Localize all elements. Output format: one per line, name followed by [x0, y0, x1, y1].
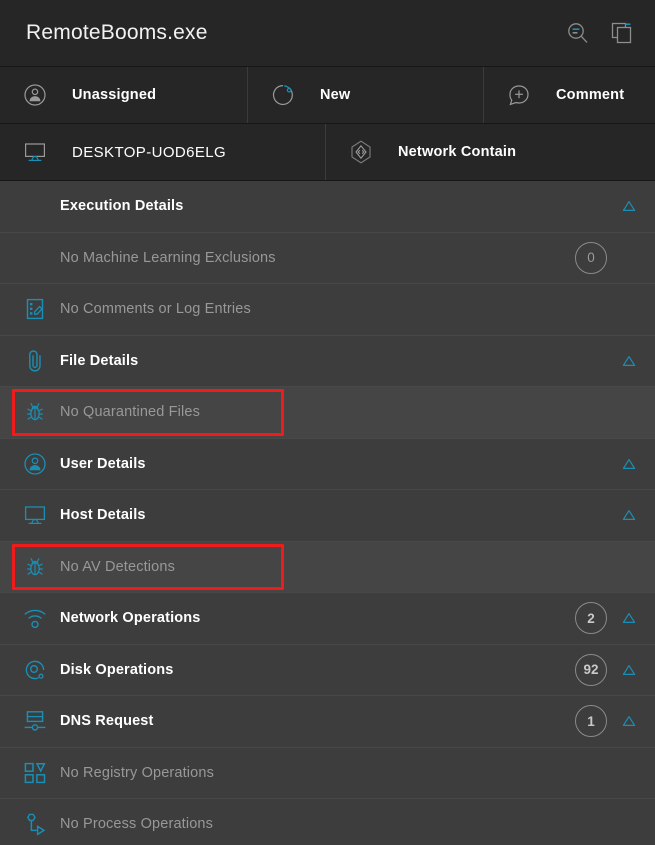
list-item-label: Execution Details [60, 198, 184, 215]
list-item-label: Network Operations [60, 610, 201, 627]
title-bar: RemoteBooms.exe [0, 0, 655, 67]
chevron-up-icon[interactable] [621, 353, 637, 369]
list-item-label: No Quarantined Files [60, 404, 201, 421]
list-item[interactable]: Network Operations 2 [0, 593, 655, 645]
chevron-up-icon[interactable] [621, 610, 637, 626]
dns-icon [22, 708, 48, 734]
list-item[interactable]: No Comments or Log Entries [0, 284, 655, 336]
list-item-label: No Process Operations [60, 816, 214, 833]
chevron-up-icon[interactable] [621, 713, 637, 729]
list-item[interactable]: DNS Request 1 [0, 696, 655, 748]
copy-icon[interactable] [607, 18, 637, 48]
list-item[interactable]: File Details [0, 336, 655, 387]
list-item-label: No AV Detections [60, 558, 175, 575]
meta-row-status: Unassigned New Comment [0, 67, 655, 124]
incident-detail-panel: RemoteBooms.exe Unassigned New Comment D… [0, 0, 655, 845]
chevron-up-icon[interactable] [621, 198, 637, 214]
comment-cell[interactable]: Comment [484, 67, 655, 123]
paperclip-icon [22, 348, 48, 374]
title-actions [563, 18, 637, 48]
status-label: New [320, 87, 351, 103]
status-new-icon [270, 82, 296, 108]
list-item[interactable]: No Machine Learning Exclusions 0 [0, 233, 655, 284]
comments-log-icon [22, 296, 48, 322]
list-item[interactable]: Execution Details [0, 181, 655, 233]
comment-label: Comment [556, 87, 625, 103]
list-item[interactable]: No Quarantined Files [0, 387, 655, 439]
assignee-label: Unassigned [72, 87, 157, 103]
list-item-label: User Details [60, 455, 146, 472]
chevron-up-icon[interactable] [621, 662, 637, 678]
process-icon [22, 811, 48, 837]
meta-row-host: DESKTOP-UOD6ELG Network Contain [0, 124, 655, 181]
monitor-icon [22, 139, 48, 165]
assignee-cell[interactable]: Unassigned [0, 67, 248, 123]
list-item-label: Disk Operations [60, 661, 174, 678]
count-badge: 1 [575, 705, 607, 738]
list-item-label: No Machine Learning Exclusions [60, 249, 276, 266]
count-badge: 2 [575, 602, 607, 635]
network-contain-icon [348, 139, 374, 165]
list-item[interactable]: Host Details [0, 490, 655, 542]
bug-icon [22, 399, 48, 425]
list-item-label: No Comments or Log Entries [60, 301, 251, 318]
user-circle-icon [22, 451, 48, 477]
list-item[interactable]: No Registry Operations [0, 748, 655, 799]
host-label: DESKTOP-UOD6ELG [72, 143, 227, 161]
search-filter-icon[interactable] [563, 18, 593, 48]
list-item-label: Host Details [60, 507, 146, 524]
chevron-up-icon[interactable] [621, 456, 637, 472]
list-item-label: DNS Request [60, 713, 154, 730]
bug-icon [22, 554, 48, 580]
monitor-icon [22, 502, 48, 528]
wifi-icon [22, 605, 48, 631]
registry-icon [22, 760, 48, 786]
details-list: Execution Details No Machine Learning Exc… [0, 181, 655, 845]
user-circle-icon [22, 82, 48, 108]
list-item[interactable]: No Process Operations [0, 799, 655, 845]
network-contain-cell[interactable]: Network Contain [326, 124, 655, 180]
list-item[interactable]: User Details [0, 439, 655, 490]
status-cell[interactable]: New [248, 67, 484, 123]
list-item[interactable]: No AV Detections [0, 541, 655, 593]
network-contain-label: Network Contain [398, 144, 517, 160]
count-badge: 92 [575, 653, 607, 686]
disk-icon [22, 657, 48, 683]
list-item-label: No Registry Operations [60, 764, 214, 781]
count-badge: 0 [575, 241, 607, 274]
list-item-label: File Details [60, 352, 139, 369]
page-title: RemoteBooms.exe [26, 21, 208, 44]
list-item[interactable]: Disk Operations 92 [0, 645, 655, 696]
chevron-up-icon[interactable] [621, 507, 637, 523]
host-cell[interactable]: DESKTOP-UOD6ELG [0, 124, 326, 180]
comment-plus-icon [506, 82, 532, 108]
